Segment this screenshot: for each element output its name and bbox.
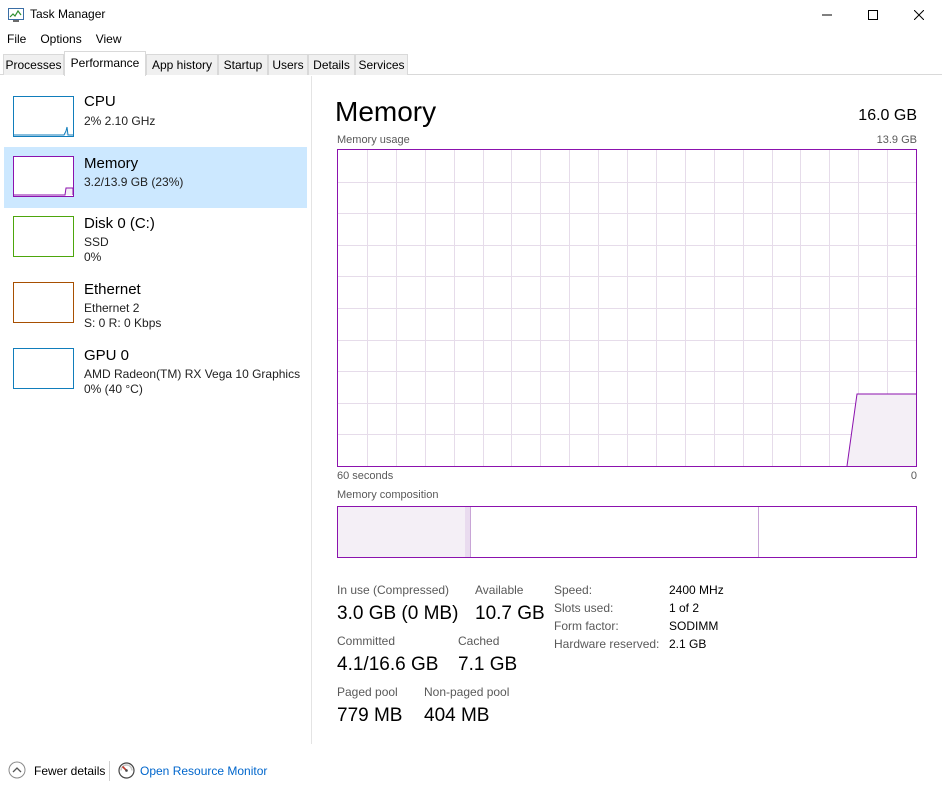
tab-app-history[interactable]: App history — [146, 54, 218, 75]
open-resource-monitor-link[interactable]: Open Resource Monitor — [140, 764, 267, 778]
time-axis-end: 0 — [910, 470, 917, 482]
tab-details[interactable]: Details — [308, 54, 355, 75]
footer-divider — [109, 761, 110, 781]
tab-processes[interactable]: Processes — [3, 54, 64, 75]
graph-gridlines — [338, 150, 916, 466]
memory-usage: 3.2/13.9 GB (23%) — [84, 175, 184, 189]
committed-label: Committed — [337, 634, 396, 648]
close-icon — [914, 10, 924, 20]
disk-usage: 0% — [84, 250, 102, 264]
disk-label: Disk 0 (C:) — [84, 215, 155, 232]
tab-startup[interactable]: Startup — [218, 54, 268, 75]
memory-usage-chart — [338, 150, 916, 466]
in-use-label: In use (Compressed) — [337, 583, 450, 597]
cached-value: 7.1 GB — [458, 654, 518, 675]
window-title: Task Manager — [30, 7, 106, 21]
footer-bar: Fewer details Open Resource Monitor — [0, 744, 942, 794]
menu-view[interactable]: View — [89, 30, 129, 50]
committed-value: 4.1/16.6 GB — [337, 654, 439, 675]
ethernet-thumbnail-graph — [13, 282, 74, 323]
menu-options[interactable]: Options — [33, 30, 88, 50]
non-paged-pool-value: 404 MB — [424, 705, 490, 726]
cpu-usage: 2% 2.10 GHz — [84, 114, 156, 128]
cpu-thumbnail-graph — [13, 96, 74, 137]
menu-file[interactable]: File — [0, 30, 33, 50]
tab-users[interactable]: Users — [268, 54, 308, 75]
resource-list: CPU 2% 2.10 GHz Memory 3.2/13.9 GB (23%)… — [0, 76, 312, 744]
available-value: 10.7 GB — [475, 603, 545, 624]
gpu-usage: 0% (40 °C) — [84, 382, 143, 396]
ethernet-throughput: S: 0 R: 0 Kbps — [84, 316, 162, 330]
maximize-icon — [868, 10, 878, 20]
memory-composition-label: Memory composition — [337, 489, 439, 501]
speed-value: 2400 MHz — [669, 583, 724, 597]
minimize-button[interactable] — [804, 0, 850, 30]
ethernet-label: Ethernet — [84, 281, 141, 298]
usage-fill — [847, 394, 916, 466]
resource-gpu[interactable]: GPU 0 AMD Radeon(TM) RX Vega 10 Graphics… — [4, 342, 307, 403]
form-factor-value: SODIMM — [669, 619, 719, 633]
time-axis-start: 60 seconds — [337, 470, 394, 482]
resource-ethernet[interactable]: Ethernet Ethernet 2 S: 0 R: 0 Kbps — [4, 276, 307, 337]
gpu-label: GPU 0 — [84, 347, 130, 364]
gpu-thumbnail-graph — [13, 348, 74, 389]
paged-pool-value: 779 MB — [337, 705, 403, 726]
ethernet-adapter: Ethernet 2 — [84, 301, 140, 315]
slots-used-value: 1 of 2 — [669, 601, 700, 615]
memory-label: Memory — [84, 155, 139, 172]
close-button[interactable] — [896, 0, 942, 30]
disk-type: SSD — [84, 235, 109, 249]
disk-thumbnail-graph — [13, 216, 74, 257]
form-factor-label: Form factor: — [554, 619, 619, 633]
available-label: Available — [475, 583, 524, 597]
cpu-label: CPU — [84, 93, 116, 110]
in-use-value: 3.0 GB (0 MB) — [337, 603, 459, 624]
memory-composition-bar — [337, 506, 917, 558]
tab-services[interactable]: Services — [355, 54, 408, 75]
menu-bar: File Options View — [0, 30, 942, 50]
task-manager-icon — [8, 8, 24, 22]
memory-usage-label: Memory usage — [337, 134, 410, 146]
maximize-button[interactable] — [850, 0, 896, 30]
resource-cpu[interactable]: CPU 2% 2.10 GHz — [4, 90, 307, 151]
slots-used-label: Slots used: — [554, 601, 614, 615]
memory-thumbnail-graph — [13, 156, 74, 197]
resource-monitor-icon — [118, 762, 135, 779]
memory-usage-graph — [337, 149, 917, 467]
fewer-details-button[interactable]: Fewer details — [34, 764, 105, 778]
speed-label: Speed: — [554, 583, 593, 597]
page-title: Memory — [335, 96, 437, 127]
composition-divider — [758, 507, 759, 557]
paged-pool-label: Paged pool — [337, 685, 398, 699]
tab-strip: Processes Performance App history Startu… — [0, 50, 942, 76]
resource-disk[interactable]: Disk 0 (C:) SSD 0% — [4, 210, 307, 271]
hardware-reserved-label: Hardware reserved: — [554, 637, 660, 651]
non-paged-pool-label: Non-paged pool — [424, 685, 510, 699]
memory-total: 16.0 GB — [858, 107, 917, 124]
gpu-model: AMD Radeon(TM) RX Vega 10 Graphics — [84, 367, 301, 381]
resource-memory[interactable]: Memory 3.2/13.9 GB (23%) — [4, 147, 307, 208]
composition-modified — [465, 507, 471, 557]
minimize-icon — [822, 14, 832, 16]
tab-performance[interactable]: Performance — [64, 51, 146, 76]
memory-usage-max: 13.9 GB — [876, 134, 917, 146]
chevron-up-icon[interactable] — [8, 761, 26, 779]
composition-in-use — [338, 507, 465, 557]
title-bar: Task Manager — [0, 0, 942, 30]
hardware-reserved-value: 2.1 GB — [669, 637, 707, 651]
cached-label: Cached — [458, 634, 500, 648]
